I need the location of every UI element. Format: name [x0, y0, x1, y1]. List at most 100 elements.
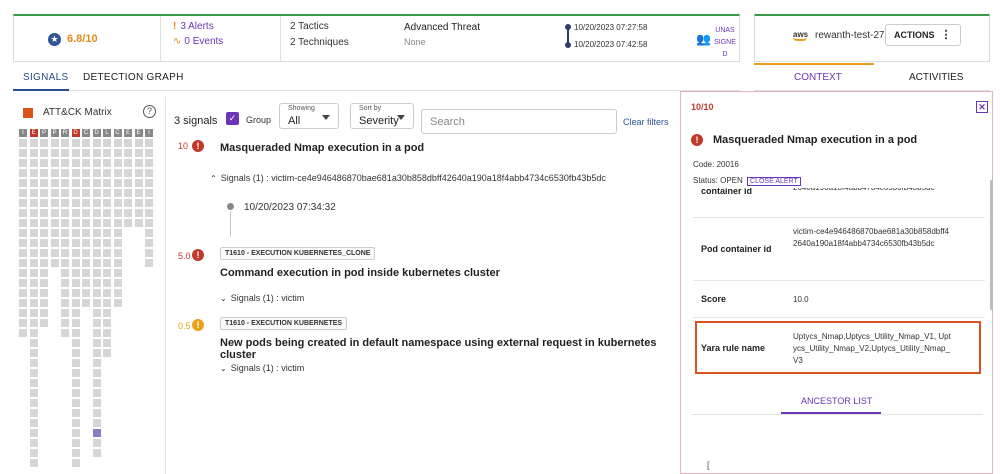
matrix-cell[interactable] — [92, 429, 101, 437]
matrix-cell[interactable] — [40, 299, 48, 307]
sort-select[interactable]: Sort by Severity — [350, 103, 414, 129]
matrix-cell[interactable] — [82, 219, 90, 227]
matrix-cell[interactable] — [92, 169, 101, 177]
events-count[interactable]: ∿ 0 Events — [173, 36, 280, 47]
matrix-cell[interactable] — [71, 409, 80, 417]
matrix-column-header[interactable]: C — [82, 129, 90, 137]
matrix-cell[interactable] — [40, 179, 48, 187]
matrix-cell[interactable] — [124, 159, 132, 167]
matrix-cell[interactable] — [82, 139, 90, 147]
matrix-cell[interactable] — [92, 329, 101, 337]
matrix-cell[interactable] — [19, 269, 27, 277]
matrix-cell[interactable] — [71, 339, 80, 347]
matrix-cell[interactable] — [29, 149, 38, 157]
matrix-cell[interactable] — [92, 399, 101, 407]
matrix-cell[interactable] — [103, 249, 111, 257]
matrix-cell[interactable] — [61, 169, 69, 177]
matrix-cell[interactable] — [145, 209, 153, 217]
host-name[interactable]: rewanth-test-27 — [815, 30, 884, 41]
matrix-cell[interactable] — [29, 289, 38, 297]
matrix-column-header[interactable]: P — [40, 129, 48, 137]
matrix-cell[interactable] — [19, 239, 27, 247]
matrix-cell[interactable] — [103, 339, 111, 347]
matrix-cell[interactable] — [145, 259, 153, 267]
matrix-cell[interactable] — [82, 269, 90, 277]
matrix-cell[interactable] — [19, 189, 27, 197]
matrix-cell[interactable] — [92, 279, 101, 287]
matrix-column-header[interactable]: R — [61, 129, 69, 137]
matrix-cell[interactable] — [61, 219, 69, 227]
matrix-cell[interactable] — [71, 349, 80, 357]
matrix-cell[interactable] — [71, 249, 80, 257]
matrix-cell[interactable] — [29, 229, 38, 237]
matrix-cell[interactable] — [145, 169, 153, 177]
signal-sub[interactable]: ⌄ Signals (1) : victim — [220, 363, 304, 373]
matrix-cell[interactable] — [134, 179, 143, 187]
matrix-cell[interactable] — [103, 209, 111, 217]
matrix-cell[interactable] — [61, 139, 69, 147]
matrix-cell[interactable] — [71, 209, 80, 217]
matrix-cell[interactable] — [124, 169, 132, 177]
matrix-cell[interactable] — [61, 299, 69, 307]
matrix-cell[interactable] — [113, 179, 122, 187]
matrix-cell[interactable] — [92, 249, 101, 257]
tab-detection-graph[interactable]: DETECTION GRAPH — [83, 72, 184, 83]
matrix-cell[interactable] — [50, 239, 59, 247]
matrix-cell[interactable] — [29, 159, 38, 167]
matrix-cell[interactable] — [145, 219, 153, 227]
matrix-cell[interactable] — [113, 299, 122, 307]
matrix-cell[interactable] — [29, 139, 38, 147]
matrix-cell[interactable] — [71, 259, 80, 267]
matrix-cell[interactable] — [29, 269, 38, 277]
matrix-cell[interactable] — [145, 149, 153, 157]
matrix-column-header[interactable]: D — [92, 129, 101, 137]
matrix-cell[interactable] — [82, 229, 90, 237]
matrix-cell[interactable] — [19, 329, 27, 337]
search-input[interactable] — [421, 109, 617, 134]
matrix-cell[interactable] — [145, 199, 153, 207]
matrix-cell[interactable] — [113, 159, 122, 167]
matrix-cell[interactable] — [50, 229, 59, 237]
matrix-cell[interactable] — [71, 429, 80, 437]
matrix-cell[interactable] — [29, 319, 38, 327]
matrix-cell[interactable] — [92, 369, 101, 377]
matrix-cell[interactable] — [50, 179, 59, 187]
matrix-cell[interactable] — [71, 459, 80, 467]
matrix-cell[interactable] — [50, 249, 59, 257]
matrix-cell[interactable] — [50, 149, 59, 157]
matrix-cell[interactable] — [29, 449, 38, 457]
matrix-column-header[interactable]: D — [71, 129, 80, 137]
actions-button[interactable]: ACTIONS ⋮ — [885, 24, 961, 46]
matrix-cell[interactable] — [92, 309, 101, 317]
matrix-cell[interactable] — [29, 259, 38, 267]
matrix-column-header[interactable]: P — [50, 129, 59, 137]
matrix-cell[interactable] — [92, 239, 101, 247]
matrix-cell[interactable] — [40, 199, 48, 207]
matrix-cell[interactable] — [134, 209, 143, 217]
matrix-cell[interactable] — [40, 189, 48, 197]
matrix-cell[interactable] — [19, 139, 27, 147]
matrix-cell[interactable] — [19, 169, 27, 177]
matrix-cell[interactable] — [134, 159, 143, 167]
matrix-cell[interactable] — [61, 319, 69, 327]
matrix-cell[interactable] — [71, 189, 80, 197]
close-alert-button[interactable]: CLOSE ALERT — [747, 177, 801, 186]
matrix-cell[interactable] — [61, 289, 69, 297]
matrix-column-header[interactable]: E — [124, 129, 132, 137]
matrix-cell[interactable] — [124, 199, 132, 207]
matrix-cell[interactable] — [145, 249, 153, 257]
matrix-cell[interactable] — [113, 169, 122, 177]
matrix-cell[interactable] — [113, 229, 122, 237]
matrix-cell[interactable] — [19, 319, 27, 327]
matrix-cell[interactable] — [92, 389, 101, 397]
matrix-cell[interactable] — [103, 139, 111, 147]
matrix-cell[interactable] — [124, 219, 132, 227]
matrix-cell[interactable] — [61, 159, 69, 167]
matrix-cell[interactable] — [40, 309, 48, 317]
matrix-cell[interactable] — [71, 149, 80, 157]
matrix-cell[interactable] — [19, 309, 27, 317]
matrix-cell[interactable] — [92, 419, 101, 427]
matrix-cell[interactable] — [82, 199, 90, 207]
matrix-cell[interactable] — [71, 319, 80, 327]
matrix-cell[interactable] — [103, 329, 111, 337]
